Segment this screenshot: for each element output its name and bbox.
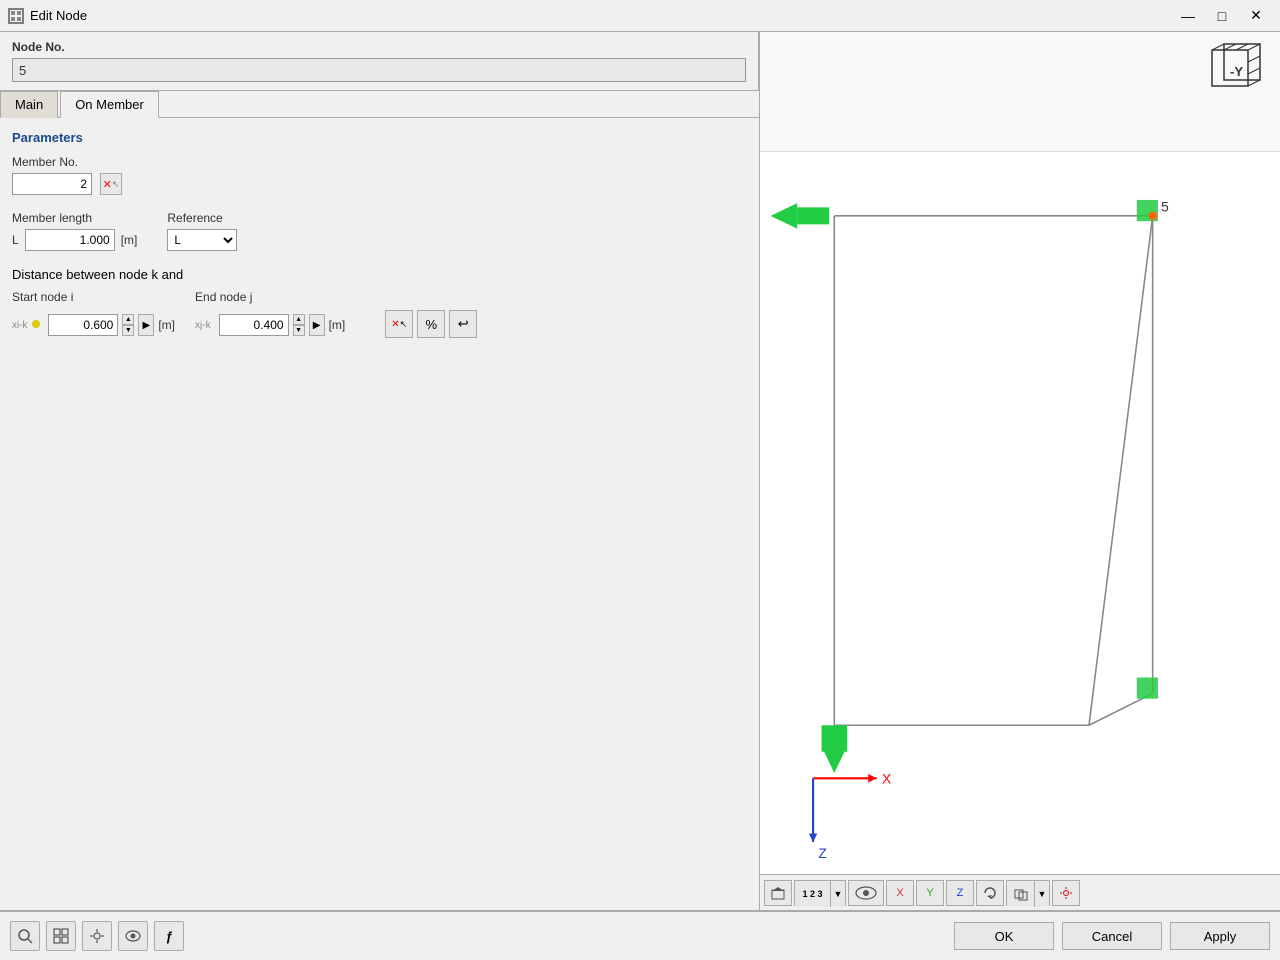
action-buttons: ✕ ↖ % ↩ — [385, 290, 477, 338]
tabs: Main On Member — [0, 91, 759, 118]
view-tool-button[interactable] — [118, 921, 148, 951]
edit-node-dialog: Edit Node — □ ✕ Node No. Main — [0, 0, 1280, 960]
top-viewport-area: -Y — [760, 32, 1280, 152]
xi-k-label: xi-k — [12, 320, 40, 331]
node-no-input[interactable] — [12, 58, 746, 82]
number-buttons: 1 2 3 ▼ — [794, 880, 846, 906]
dialog-body: Node No. Main On Member Parameters — [0, 32, 1280, 910]
end-node-section: End node j xj-k ▲ ▼ ▶ [m] — [195, 290, 345, 336]
end-node-unit: [m] — [329, 318, 346, 332]
distance-label: Distance between node k and — [12, 267, 747, 282]
pick-button[interactable]: ✕ ↖ — [385, 310, 413, 338]
xj-k-down-button[interactable]: ▼ — [293, 325, 305, 336]
structure-drawing: 5 X Z — [760, 152, 1280, 874]
reset-button[interactable]: ↩ — [449, 310, 477, 338]
home-view-button[interactable] — [764, 880, 792, 906]
cursor-small-icon: ↖ — [400, 319, 408, 330]
xi-k-down-button[interactable]: ▼ — [122, 325, 134, 336]
xi-k-spinner[interactable]: ▲ ▼ — [122, 314, 134, 336]
cancel-button[interactable]: Cancel — [1062, 922, 1162, 950]
numbers-dropdown[interactable]: ▼ — [831, 881, 845, 907]
numbers-btn[interactable]: 1 2 3 — [795, 881, 831, 907]
percent-button[interactable]: % — [417, 310, 445, 338]
member-length-unit: [m] — [121, 233, 138, 247]
xj-k-arrow-button[interactable]: ▶ — [309, 314, 325, 336]
reference-section: Reference L — [167, 211, 237, 251]
member-length-section: Member length L [m] — [12, 211, 137, 251]
window-controls: — □ ✕ — [1172, 4, 1272, 28]
dialog-title: Edit Node — [30, 8, 1172, 23]
xi-k-up-button[interactable]: ▲ — [122, 314, 134, 325]
render-btn[interactable] — [1007, 881, 1035, 907]
end-node-label: End node j — [195, 290, 345, 304]
tab-on-member[interactable]: On Member — [60, 91, 159, 118]
reference-label: Reference — [167, 211, 237, 225]
function-tool-button[interactable]: ƒ — [154, 921, 184, 951]
start-node-label: Start node i — [12, 290, 175, 304]
xi-k-arrow-button[interactable]: ▶ — [138, 314, 154, 336]
member-no-clear-button[interactable]: ✕ ↖ — [100, 173, 122, 195]
dialog-buttons: OK Cancel Apply — [954, 922, 1270, 950]
right-panel: -Y — [760, 32, 1280, 910]
left-panel: Node No. Main On Member Parameters — [0, 32, 760, 910]
member-length-input[interactable] — [25, 229, 115, 251]
settings-button[interactable] — [1052, 880, 1080, 906]
reference-select[interactable]: L — [167, 229, 237, 251]
x-axis-button[interactable]: X — [886, 880, 914, 906]
grid-tool-button[interactable] — [46, 921, 76, 951]
ok-button[interactable]: OK — [954, 922, 1054, 950]
svg-text:Z: Z — [818, 846, 826, 861]
xj-k-up-button[interactable]: ▲ — [293, 314, 305, 325]
xj-k-label: xj-k — [195, 320, 211, 331]
y-axis-button[interactable]: Y — [916, 880, 944, 906]
bottom-bar: ƒ OK Cancel Apply — [0, 910, 1280, 960]
xi-k-input[interactable] — [48, 314, 118, 336]
apply-button[interactable]: Apply — [1170, 922, 1270, 950]
bottom-tools: ƒ — [10, 921, 184, 951]
start-node-unit: [m] — [158, 318, 175, 332]
rotate-button[interactable] — [976, 880, 1004, 906]
content-area: Parameters Member No. ✕ ↖ Membe — [0, 118, 759, 910]
node-no-label: Node No. — [12, 40, 746, 54]
visibility-button[interactable] — [848, 880, 884, 906]
xj-k-input[interactable] — [219, 314, 289, 336]
title-bar: Edit Node — □ ✕ — [0, 0, 1280, 32]
render-buttons: ▼ — [1006, 880, 1050, 906]
xi-k-indicator — [32, 320, 40, 328]
svg-text:X: X — [882, 772, 891, 787]
clear-icon: ✕ — [103, 178, 112, 191]
render-dropdown[interactable]: ▼ — [1035, 881, 1049, 907]
xj-k-spinner[interactable]: ▲ ▼ — [293, 314, 305, 336]
top-section: Node No. — [0, 32, 759, 91]
cursor-icon: ↖ — [112, 179, 120, 190]
svg-text:5: 5 — [1161, 200, 1169, 215]
start-node-section: Start node i xi-k ▲ ▼ ▶ — [12, 290, 175, 336]
3d-view-icon: -Y — [1210, 42, 1265, 97]
minimize-button[interactable]: — — [1172, 4, 1204, 28]
z-axis-button[interactable]: Z — [946, 880, 974, 906]
parameters-title: Parameters — [12, 130, 747, 145]
dialog-icon — [8, 8, 24, 24]
snap-tool-button[interactable] — [82, 921, 112, 951]
node-number-section: Node No. — [0, 32, 759, 90]
viewport-toolbar: 1 2 3 ▼ X Y Z — [760, 874, 1280, 910]
viewport[interactable]: 5 X Z — [760, 152, 1280, 874]
member-no-input[interactable] — [12, 173, 92, 195]
svg-text:-Y: -Y — [1230, 64, 1243, 79]
reset-icon: ↩ — [458, 316, 469, 332]
member-length-field-label: L — [12, 233, 19, 247]
close-button[interactable]: ✕ — [1240, 4, 1272, 28]
member-length-label: Member length — [12, 211, 137, 225]
function-icon: ƒ — [165, 929, 172, 944]
pick-icon: ✕ — [391, 319, 399, 330]
search-tool-button[interactable] — [10, 921, 40, 951]
tab-main[interactable]: Main — [0, 91, 58, 118]
member-no-label: Member No. — [12, 155, 747, 169]
maximize-button[interactable]: □ — [1206, 4, 1238, 28]
percent-icon: % — [425, 317, 437, 332]
